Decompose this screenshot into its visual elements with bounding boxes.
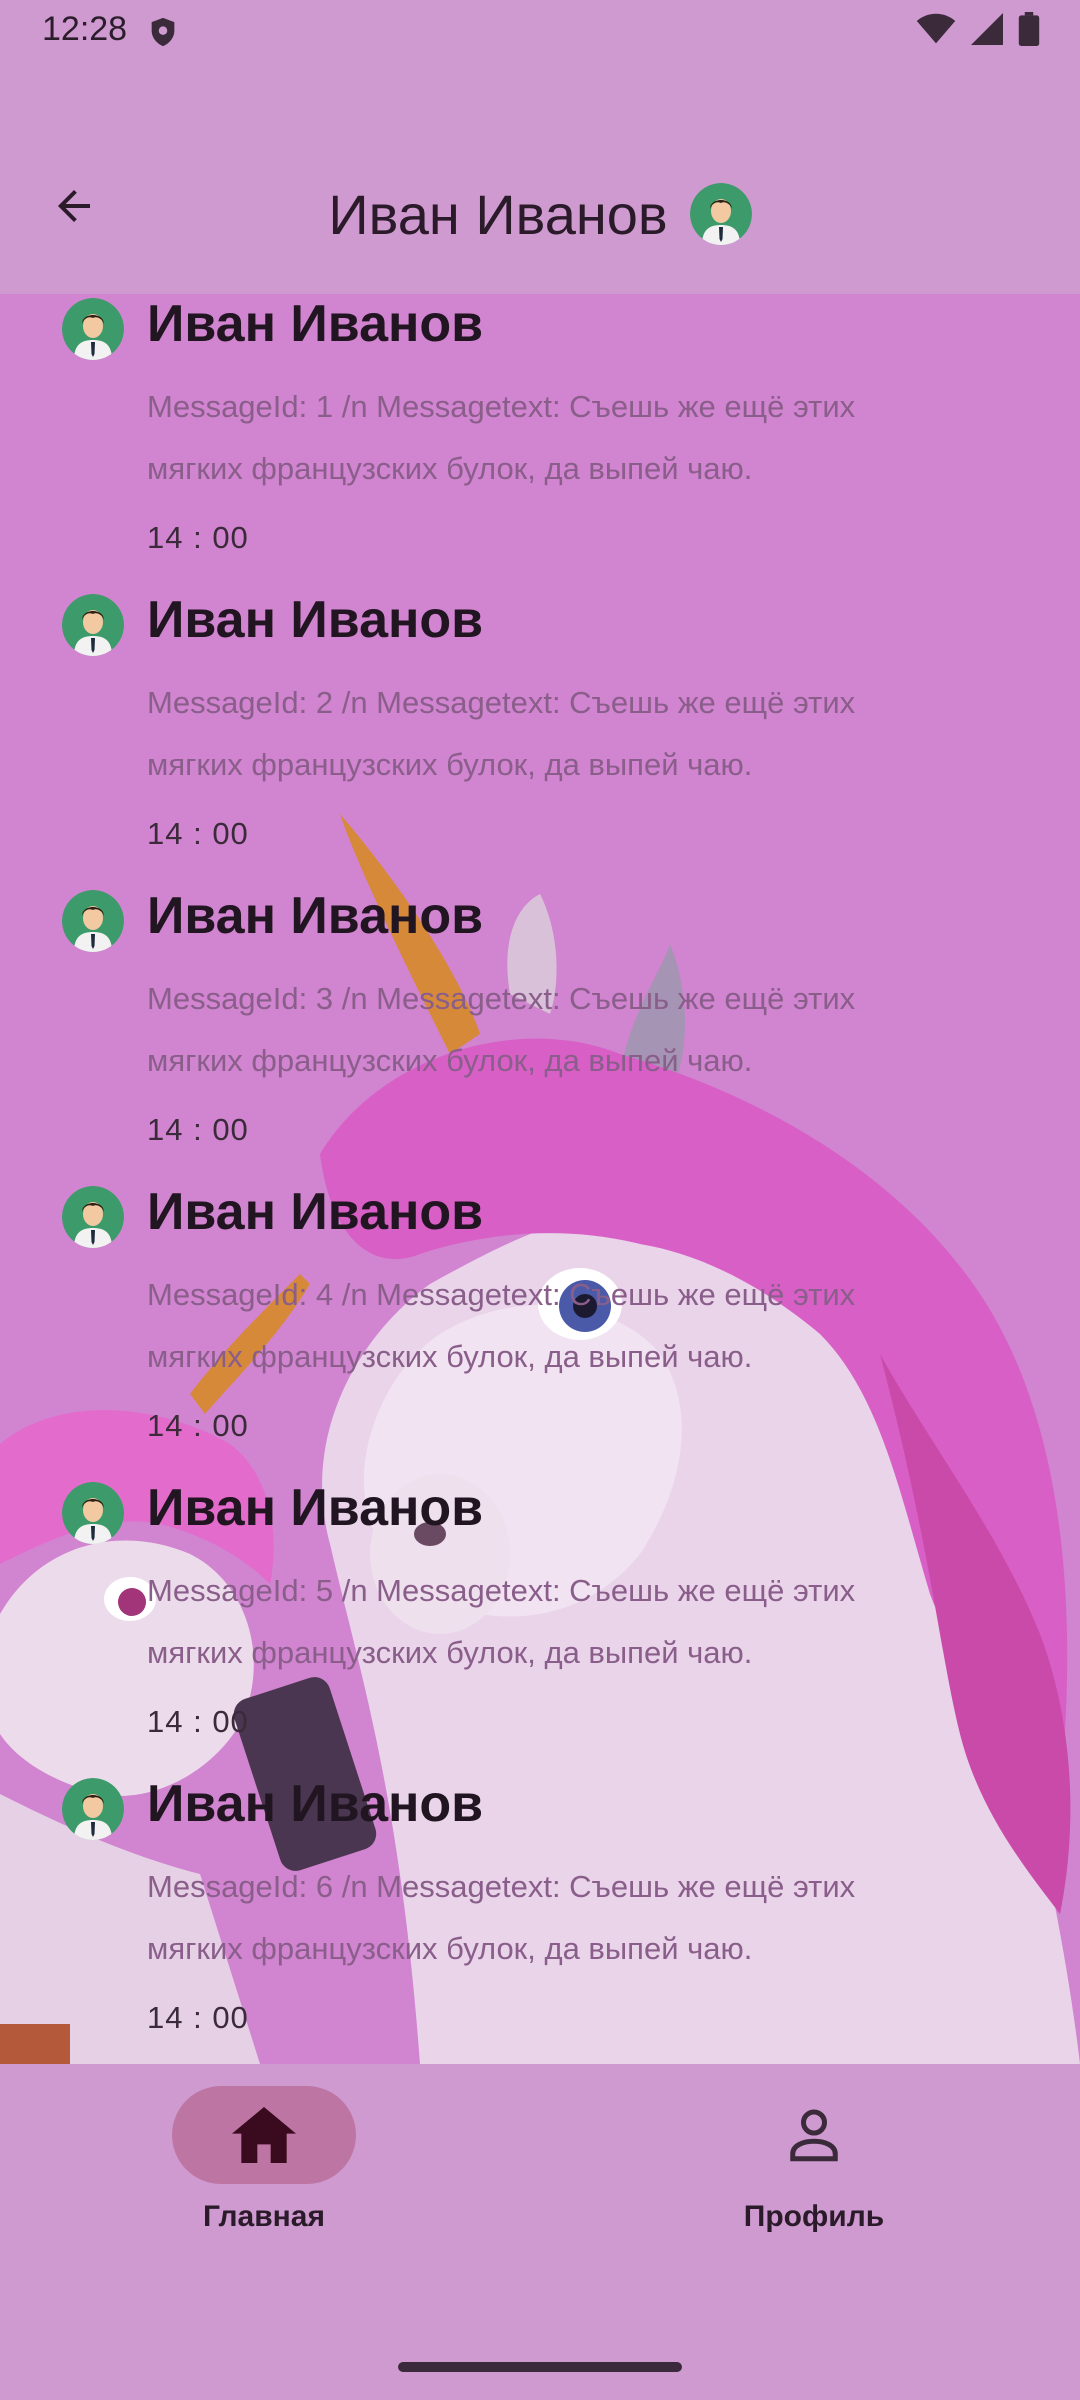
cell-signal-icon (971, 13, 1003, 45)
message-text: MessageId: 6 /n Messagetext: Съешь же ещ… (147, 1869, 856, 1966)
user-avatar-icon (62, 298, 124, 360)
message-item[interactable]: Иван Иванов MessageId: 1 /n Messagetext:… (0, 295, 1080, 592)
message-author: Иван Иванов (147, 1479, 484, 1537)
person-icon (790, 2109, 838, 2162)
app-bar: Иван Иванов (0, 64, 1080, 294)
message-time: 14 : 00 (147, 1408, 249, 1443)
user-avatar-icon (62, 1482, 124, 1544)
shield-icon (151, 17, 175, 47)
message-item[interactable]: Иван Иванов MessageId: 6 /n Messagetext:… (0, 1775, 1080, 2064)
message-list[interactable]: Иван Иванов MessageId: 1 /n Messagetext:… (0, 294, 1080, 2064)
message-author: Иван Иванов (147, 1183, 484, 1241)
message-author: Иван Иванов (147, 295, 484, 353)
message-text: MessageId: 1 /n Messagetext: Съешь же ещ… (147, 389, 856, 486)
message-time: 14 : 00 (147, 2000, 249, 2035)
message-author: Иван Иванов (147, 1775, 484, 1833)
message-author: Иван Иванов (147, 887, 484, 945)
message-time: 14 : 00 (147, 520, 249, 555)
user-avatar-icon (62, 594, 124, 656)
home-icon (232, 2107, 296, 2163)
message-item[interactable]: Иван Иванов MessageId: 2 /n Messagetext:… (0, 591, 1080, 888)
message-text: MessageId: 2 /n Messagetext: Съешь же ещ… (147, 685, 856, 782)
message-item[interactable]: Иван Иванов MessageId: 4 /n Messagetext:… (0, 1183, 1080, 1480)
chat-header: Иван Иванов (0, 174, 1080, 254)
message-time: 14 : 00 (147, 1112, 249, 1147)
status-time: 12:28 (42, 10, 128, 48)
message-text: MessageId: 5 /n Messagetext: Съешь же ещ… (147, 1573, 856, 1670)
wifi-icon (916, 13, 956, 44)
nav-selected-indicator (172, 2086, 356, 2184)
user-avatar-icon[interactable] (689, 183, 752, 245)
message-time: 14 : 00 (147, 1704, 249, 1739)
nav-label-profile: Профиль (743, 2200, 885, 2233)
message-time: 14 : 00 (147, 816, 249, 851)
gesture-handle[interactable] (398, 2362, 682, 2372)
battery-icon (1018, 12, 1040, 46)
message-text: MessageId: 4 /n Messagetext: Съешь же ещ… (147, 1277, 856, 1374)
user-avatar-icon (62, 1186, 124, 1248)
user-avatar-icon (62, 1778, 124, 1840)
nav-item-profile[interactable]: Профиль (664, 2086, 964, 2236)
message-text: MessageId: 3 /n Messagetext: Съешь же ещ… (147, 981, 856, 1078)
bottom-navigation: Главная Профиль (0, 2064, 1080, 2400)
message-item[interactable]: Иван Иванов MessageId: 5 /n Messagetext:… (0, 1479, 1080, 1776)
nav-icon-container (722, 2086, 906, 2184)
user-avatar-icon (62, 890, 124, 952)
nav-item-home[interactable]: Главная (114, 2086, 414, 2236)
status-bar: 12:28 (0, 0, 1080, 64)
message-author: Иван Иванов (147, 591, 484, 649)
message-item[interactable]: Иван Иванов MessageId: 3 /n Messagetext:… (0, 887, 1080, 1184)
page-title: Иван Иванов (328, 182, 668, 246)
nav-label-home: Главная (202, 2200, 325, 2233)
